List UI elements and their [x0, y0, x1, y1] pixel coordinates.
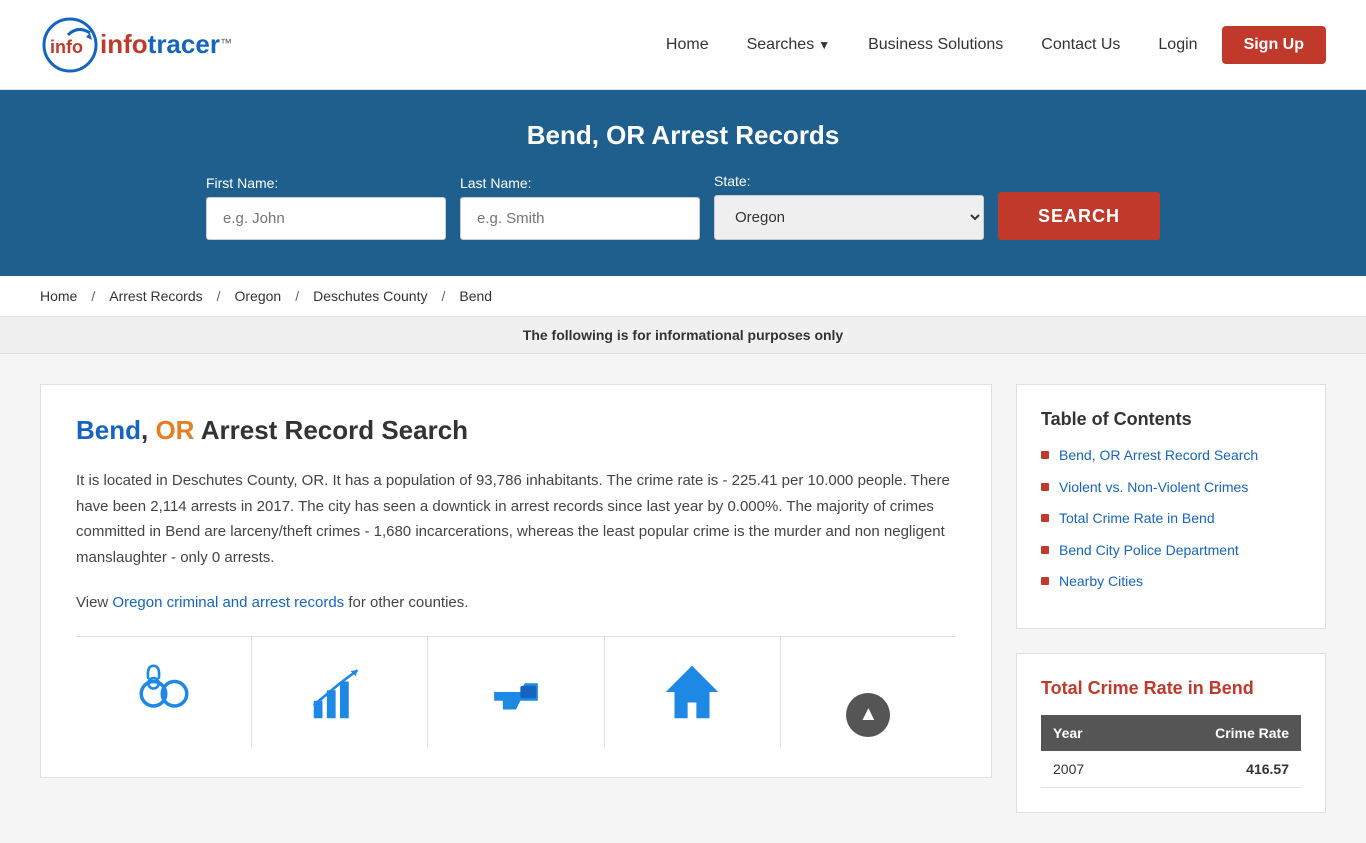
content-title: Bend, OR Arrest Record Search	[76, 415, 956, 446]
search-form: First Name: Last Name: State: Oregon Ala…	[40, 173, 1326, 240]
toc-item-1: Bend, OR Arrest Record Search	[1041, 446, 1301, 466]
toc-title: Table of Contents	[1041, 409, 1301, 430]
icon-row: ▲	[76, 636, 956, 747]
breadcrumb-home[interactable]: Home	[40, 288, 77, 304]
house-icon	[657, 657, 727, 727]
logo-wordmark: infotracer™	[100, 29, 232, 60]
crime-table-rate-header: Crime Rate	[1135, 715, 1301, 751]
breadcrumb-sep3: /	[295, 288, 299, 304]
crime-rate-icon	[305, 657, 375, 727]
toc-list: Bend, OR Arrest Record Search Violent vs…	[1041, 446, 1301, 592]
nav-home[interactable]: Home	[652, 28, 723, 62]
main-nav: Home Searches ▼ Business Solutions Conta…	[652, 26, 1326, 64]
logo-icon: info	[40, 15, 100, 75]
breadcrumb-arrest-records[interactable]: Arrest Records	[109, 288, 202, 304]
toc-bullet-3	[1041, 514, 1049, 522]
info-bar: The following is for informational purpo…	[0, 317, 1366, 354]
state-group: State: Oregon Alabama Alaska Arizona Cal…	[714, 173, 984, 240]
toc-link-5[interactable]: Nearby Cities	[1059, 572, 1143, 592]
state-label: State:	[714, 173, 751, 189]
breadcrumb-deschutes[interactable]: Deschutes County	[313, 288, 427, 304]
breadcrumb: Home / Arrest Records / Oregon / Deschut…	[0, 276, 1366, 317]
toc-link-2[interactable]: Violent vs. Non-Violent Crimes	[1059, 478, 1248, 498]
toc-bullet-1	[1041, 451, 1049, 459]
toc-bullet-4	[1041, 546, 1049, 554]
toc-link-3[interactable]: Total Crime Rate in Bend	[1059, 509, 1215, 529]
handcuffs-icon	[129, 657, 199, 727]
toc-item-2: Violent vs. Non-Violent Crimes	[1041, 478, 1301, 498]
last-name-label: Last Name:	[460, 175, 532, 191]
breadcrumb-sep4: /	[442, 288, 446, 304]
first-name-label: First Name:	[206, 175, 278, 191]
last-name-input[interactable]	[460, 197, 700, 240]
hero-title: Bend, OR Arrest Records	[40, 120, 1326, 151]
breadcrumb-oregon[interactable]: Oregon	[235, 288, 282, 304]
crime-rate-table: Year Crime Rate 2007 416.57	[1041, 715, 1301, 788]
table-row: 2007 416.57	[1041, 751, 1301, 788]
content-area: Bend, OR Arrest Record Search It is loca…	[40, 384, 992, 778]
svg-text:info: info	[50, 37, 83, 57]
crime-rate-title: Total Crime Rate in Bend	[1041, 678, 1301, 699]
logo[interactable]: info infotracer™	[40, 15, 232, 75]
crime-table-year-header: Year	[1041, 715, 1135, 751]
login-button[interactable]: Login	[1144, 28, 1211, 62]
crime-rate-section: Total Crime Rate in Bend Year Crime Rate…	[1016, 653, 1326, 813]
hero-section: Bend, OR Arrest Records First Name: Last…	[0, 90, 1366, 276]
content-body-text: It is located in Deschutes County, OR. I…	[76, 468, 956, 570]
toc-item-4: Bend City Police Department	[1041, 541, 1301, 561]
nav-contact-us[interactable]: Contact Us	[1027, 28, 1134, 62]
icon-cell-crime-rate	[252, 637, 428, 747]
toc-item-5: Nearby Cities	[1041, 572, 1301, 592]
state-select[interactable]: Oregon Alabama Alaska Arizona California…	[714, 195, 984, 240]
nav-business-solutions[interactable]: Business Solutions	[854, 28, 1017, 62]
toc-bullet-2	[1041, 483, 1049, 491]
first-name-group: First Name:	[206, 175, 446, 240]
sidebar: Table of Contents Bend, OR Arrest Record…	[1016, 384, 1326, 813]
site-header: info infotracer™ Home Searches ▼ Busines…	[0, 0, 1366, 90]
icon-cell-scroll: ▲	[781, 637, 956, 747]
toc-link-4[interactable]: Bend City Police Department	[1059, 541, 1239, 561]
breadcrumb-sep2: /	[217, 288, 221, 304]
icon-cell-handcuffs	[76, 637, 252, 747]
crime-rate-2007: 416.57	[1135, 751, 1301, 788]
toc-item-3: Total Crime Rate in Bend	[1041, 509, 1301, 529]
first-name-input[interactable]	[206, 197, 446, 240]
toc-link-1[interactable]: Bend, OR Arrest Record Search	[1059, 446, 1258, 466]
icon-cell-gun	[428, 637, 604, 747]
scroll-to-top-button[interactable]: ▲	[846, 693, 890, 737]
icon-cell-house	[605, 637, 781, 747]
breadcrumb-sep1: /	[91, 288, 95, 304]
signup-button[interactable]: Sign Up	[1222, 26, 1326, 64]
content-link-row: View Oregon criminal and arrest records …	[76, 590, 956, 616]
gun-icon	[481, 657, 551, 727]
nav-searches[interactable]: Searches ▼	[733, 28, 844, 62]
oregon-records-link[interactable]: Oregon criminal and arrest records	[112, 594, 344, 611]
chevron-down-icon: ▼	[818, 38, 830, 52]
toc-bullet-5	[1041, 577, 1049, 585]
main-container: Bend, OR Arrest Record Search It is loca…	[0, 354, 1366, 843]
search-button[interactable]: SEARCH	[998, 192, 1160, 240]
table-of-contents: Table of Contents Bend, OR Arrest Record…	[1016, 384, 1326, 629]
crime-year-2007: 2007	[1041, 751, 1135, 788]
breadcrumb-bend[interactable]: Bend	[459, 288, 492, 304]
last-name-group: Last Name:	[460, 175, 700, 240]
